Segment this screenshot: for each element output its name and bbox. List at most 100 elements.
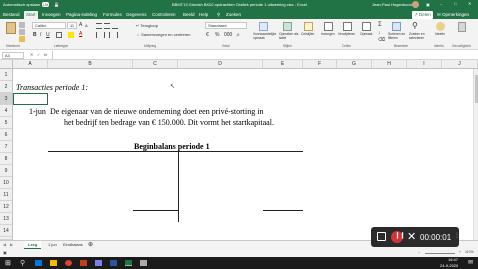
row-header-7[interactable]: 7 (0, 141, 13, 153)
font-color-icon[interactable]: A (79, 31, 82, 37)
increase-font-icon[interactable]: A (79, 22, 82, 28)
sheet-tab-1-jun[interactable]: 1 jun (45, 241, 60, 249)
tab-help[interactable]: Help (199, 11, 208, 19)
taskbar-clock[interactable]: 16:47 (448, 257, 458, 262)
fill-icon[interactable]: ↓ (378, 30, 381, 36)
font-size-select[interactable]: 11 (67, 22, 77, 29)
row-header-2[interactable]: 2 (0, 81, 13, 93)
row-header-3[interactable]: 3 (0, 93, 13, 105)
row-header-1[interactable]: 1 (0, 69, 13, 81)
close-icon[interactable]: ✕ (468, 1, 471, 6)
cut-icon[interactable] (19, 22, 25, 28)
zoom-minus-icon[interactable]: – (418, 250, 420, 254)
sheet-tab-leeg[interactable]: Leeg (24, 241, 42, 249)
row-header-4[interactable]: 4 (0, 105, 13, 117)
copy-icon[interactable] (19, 29, 25, 35)
zoom-plus-icon[interactable]: + (459, 250, 461, 254)
italic-button[interactable]: I (40, 32, 41, 38)
ideas-button[interactable]: Ideeën (435, 32, 445, 36)
comments-button[interactable]: ✉ Opmerkingen (437, 11, 469, 19)
select-all-corner[interactable] (0, 60, 13, 69)
tab-formules[interactable]: Formules (103, 11, 122, 19)
row-header-9[interactable]: 9 (0, 165, 13, 177)
tab-beeld[interactable]: Beeld (183, 11, 195, 19)
paste-icon[interactable] (6, 22, 16, 34)
format-table-icon[interactable] (283, 22, 292, 31)
search-box[interactable]: Zoeken (226, 11, 241, 19)
sort-filter-button[interactable]: Sorteren en filteren (388, 32, 406, 40)
tab-bestand[interactable]: Bestand (3, 11, 20, 19)
formula-input[interactable] (52, 51, 476, 59)
row-header-8[interactable]: 8 (0, 153, 13, 165)
taskbar-explorer-icon[interactable] (50, 260, 57, 266)
column-header-h[interactable]: H (372, 60, 407, 69)
selected-cell[interactable] (13, 93, 48, 105)
decrease-font-icon[interactable]: A (85, 23, 88, 28)
insert-cells-icon[interactable] (324, 22, 333, 31)
tab-start[interactable]: Start (24, 11, 38, 19)
cell-a4[interactable]: 1-jun (29, 107, 46, 116)
align-bottom-icon[interactable] (112, 23, 118, 29)
taskbar-app-icon[interactable] (140, 260, 147, 266)
decimals-icon[interactable]: ,0 (236, 32, 239, 37)
format-painter-icon[interactable] (19, 36, 25, 42)
sheet-tab-eindbalans[interactable]: Eindbalans (60, 241, 86, 249)
format-table-button[interactable]: Opmaken als tabel (279, 32, 301, 40)
conditional-format-icon[interactable] (259, 22, 268, 31)
row-header-10[interactable]: 10 (0, 177, 13, 189)
row-header-13[interactable]: 13 (0, 213, 13, 225)
column-header-i[interactable]: I (407, 60, 442, 69)
start-icon[interactable]: ⊞ (5, 259, 11, 267)
underline-button[interactable]: U (46, 32, 50, 38)
user-name[interactable]: Jean-Paul Hogenboom (372, 2, 413, 7)
recorder-more-icon[interactable]: ⋮ (454, 232, 460, 239)
column-header-c[interactable]: C (133, 60, 178, 69)
zoom-slider[interactable] (425, 253, 455, 254)
column-header-f[interactable]: F (303, 60, 337, 69)
enter-icon[interactable]: ✓ (37, 52, 40, 57)
notifications-icon[interactable]: ✉ (468, 259, 473, 266)
thousands-icon[interactable]: 000 (224, 32, 232, 38)
find-select-button[interactable]: Zoeken en selecteren (409, 32, 429, 40)
align-right-icon[interactable] (112, 32, 118, 38)
tab-controleren[interactable]: Controleren (152, 11, 176, 19)
zoom-level[interactable]: 110% (465, 250, 474, 254)
taskbar-chrome-icon[interactable] (65, 260, 72, 266)
cell-b4[interactable]: De eigenaar van de nieuwe onderneming do… (50, 107, 263, 116)
align-middle-icon[interactable] (104, 23, 110, 29)
sort-filter-icon[interactable] (392, 22, 401, 31)
autosave-toggle[interactable]: Uit (42, 2, 49, 7)
avatar[interactable] (412, 1, 419, 8)
clear-icon[interactable]: ⌫ (378, 37, 385, 43)
row-header-12[interactable]: 12 (0, 201, 13, 213)
format-cells-button[interactable]: Opmaak (360, 32, 372, 36)
wrap-text-button[interactable]: ↵ Terugloop (136, 23, 158, 28)
minimize-icon[interactable]: – (440, 1, 442, 6)
format-cells-icon[interactable] (362, 22, 371, 31)
column-header-a[interactable]: A (13, 60, 48, 69)
row-header-11[interactable]: 11 (0, 189, 13, 201)
share-button[interactable]: ↗ Delen (412, 11, 433, 19)
currency-icon[interactable]: € (206, 32, 209, 38)
taskbar-excel-icon[interactable] (125, 260, 132, 266)
align-left-icon[interactable] (96, 32, 102, 38)
cell-a2[interactable]: Transacties periode 1: (16, 83, 88, 92)
column-header-g[interactable]: G (337, 60, 372, 69)
sensitivity-icon[interactable] (458, 22, 466, 32)
insert-cells-button[interactable]: Invoegen (321, 32, 335, 36)
cancel-icon[interactable]: ✕ (30, 52, 33, 57)
merge-center-button[interactable]: ⇔ Samenvoegen en centreren (136, 32, 191, 37)
find-select-icon[interactable]: ⚲ (412, 21, 418, 30)
tab-pagina-indeling[interactable]: Pagina-indeling (66, 11, 97, 19)
delete-cells-button[interactable]: Verwijderen (338, 32, 355, 36)
maximize-icon[interactable]: □ (454, 1, 456, 6)
tab-gegevens[interactable]: Gegevens (126, 11, 147, 19)
borders-icon[interactable] (56, 32, 62, 38)
align-top-icon[interactable] (96, 23, 102, 29)
macro-record-icon[interactable]: ▣ (3, 250, 7, 255)
taskbar-date[interactable]: 24-9-2020 (440, 263, 458, 268)
worksheet-grid[interactable]: A B C D E F G H I J 1 2 3 4 5 6 7 8 9 10… (0, 60, 478, 240)
fill-color-icon[interactable] (68, 32, 74, 38)
taskbar-powerpoint-icon[interactable] (80, 260, 87, 266)
recorder-cancel-icon[interactable]: ✕ (407, 230, 416, 243)
